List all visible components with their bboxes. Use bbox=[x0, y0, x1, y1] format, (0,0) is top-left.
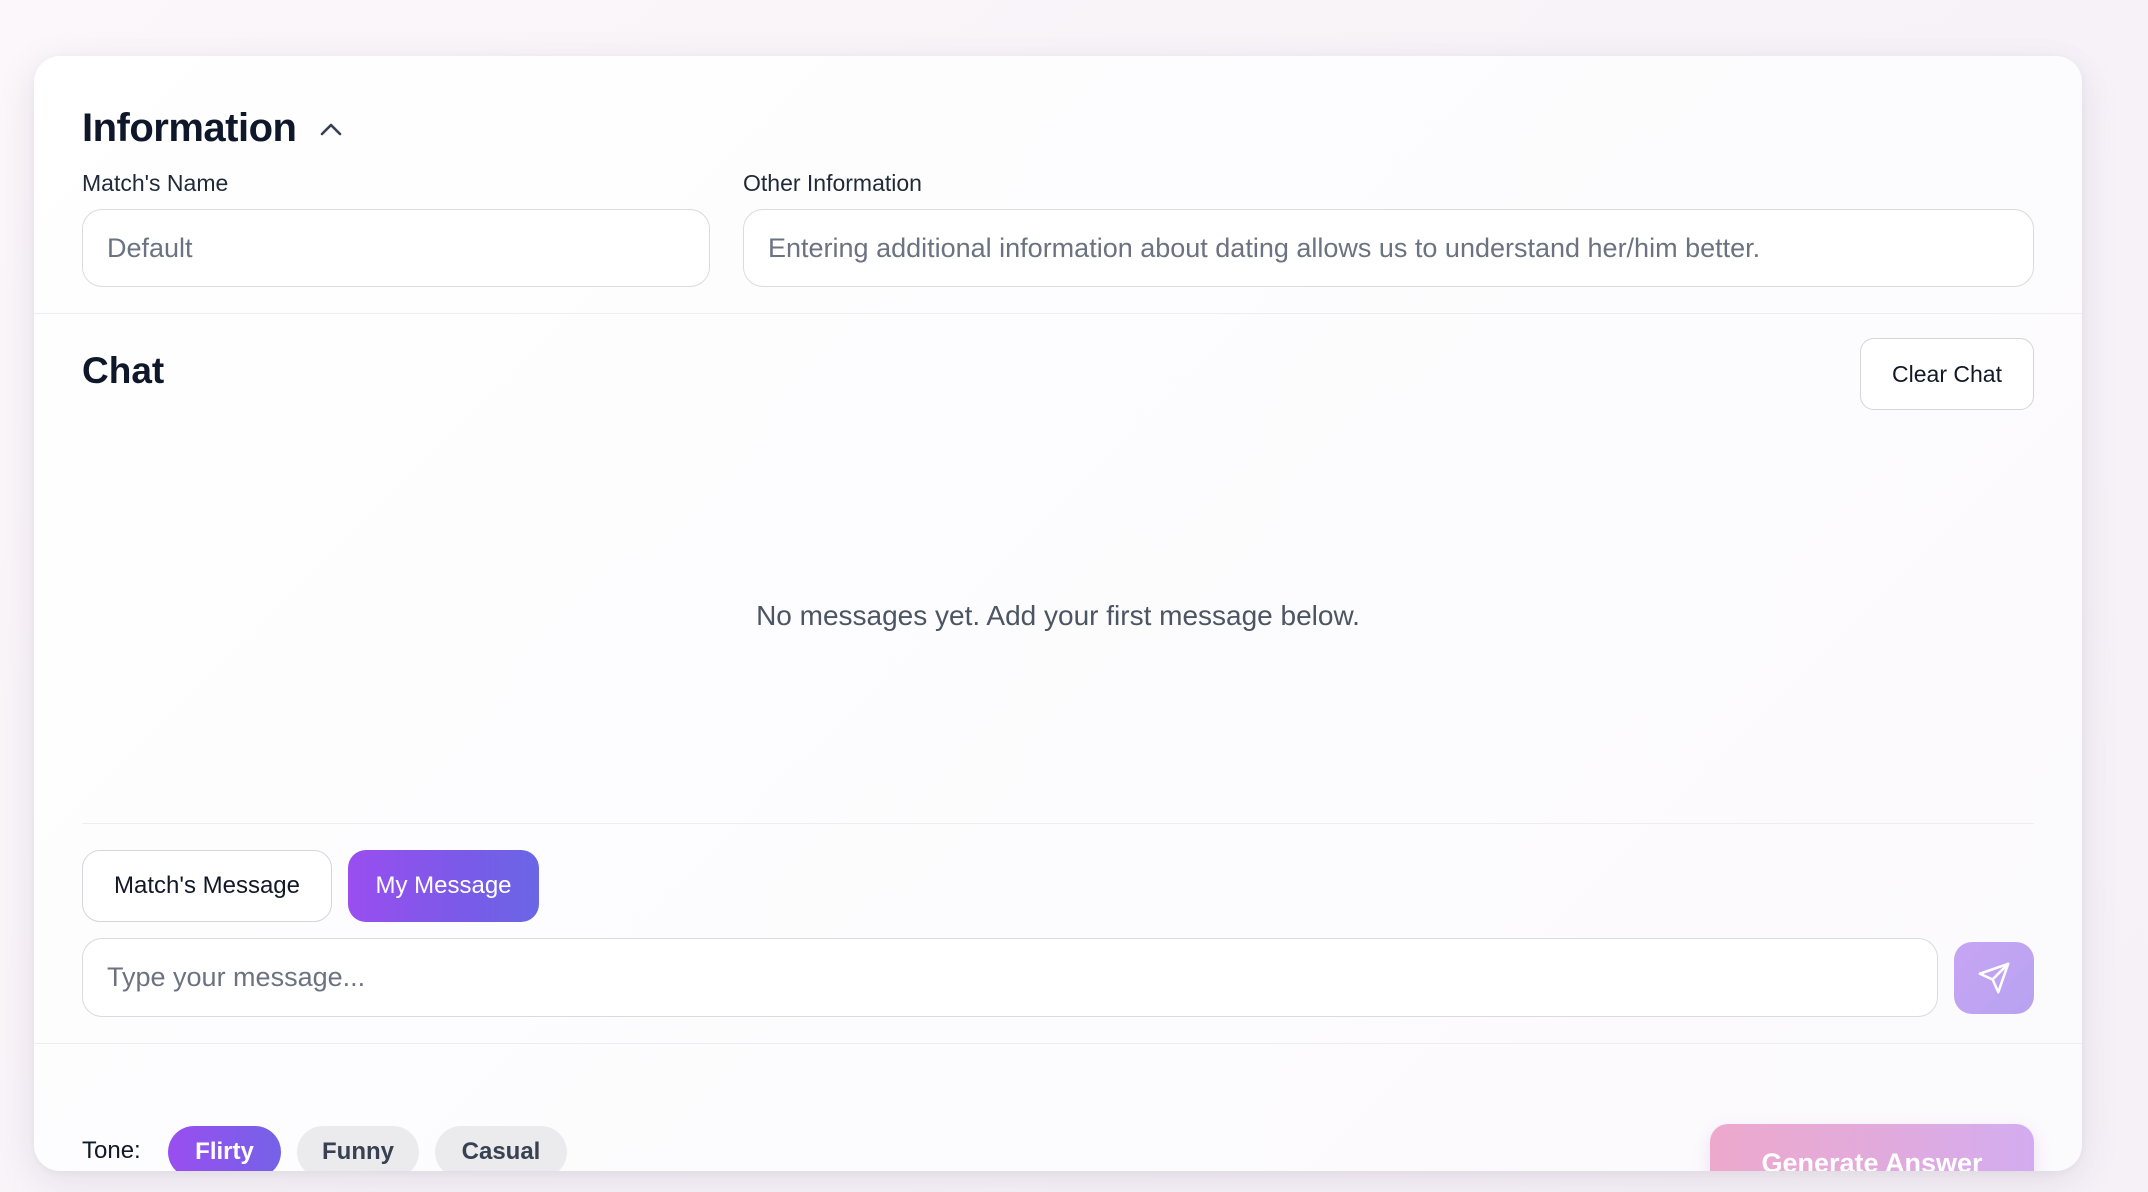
chevron-up-icon[interactable] bbox=[316, 114, 346, 144]
divider bbox=[82, 823, 2034, 824]
send-icon bbox=[1977, 961, 2011, 995]
match-message-button[interactable]: Match's Message bbox=[82, 850, 332, 922]
tone-chip-flirty[interactable]: Flirty bbox=[168, 1126, 281, 1171]
message-input[interactable] bbox=[82, 938, 1938, 1017]
information-header: Information bbox=[82, 106, 346, 151]
empty-chat-message: No messages yet. Add your first message … bbox=[756, 600, 1360, 631]
tone-label: Tone: bbox=[82, 1137, 141, 1164]
other-information-input[interactable] bbox=[743, 209, 2034, 287]
tone-chip-funny[interactable]: Funny bbox=[297, 1126, 419, 1171]
my-message-button[interactable]: My Message bbox=[348, 850, 539, 922]
chat-title: Chat bbox=[82, 350, 165, 391]
match-name-label: Match's Name bbox=[82, 170, 229, 196]
other-information-label: Other Information bbox=[743, 170, 922, 196]
tone-chip-casual[interactable]: Casual bbox=[435, 1126, 567, 1171]
footer: Tone: Flirty Funny Casual Generate Answe… bbox=[34, 1043, 2082, 1171]
information-title: Information bbox=[82, 106, 297, 150]
main-card: Information Match's Name Other Informati… bbox=[34, 56, 2082, 1171]
information-section: Information Match's Name Other Informati… bbox=[34, 56, 2082, 314]
clear-chat-button[interactable]: Clear Chat bbox=[1860, 338, 2034, 410]
match-name-input[interactable] bbox=[82, 209, 710, 287]
send-button[interactable] bbox=[1954, 942, 2034, 1014]
generate-answer-button[interactable]: Generate Answer bbox=[1710, 1124, 2034, 1171]
